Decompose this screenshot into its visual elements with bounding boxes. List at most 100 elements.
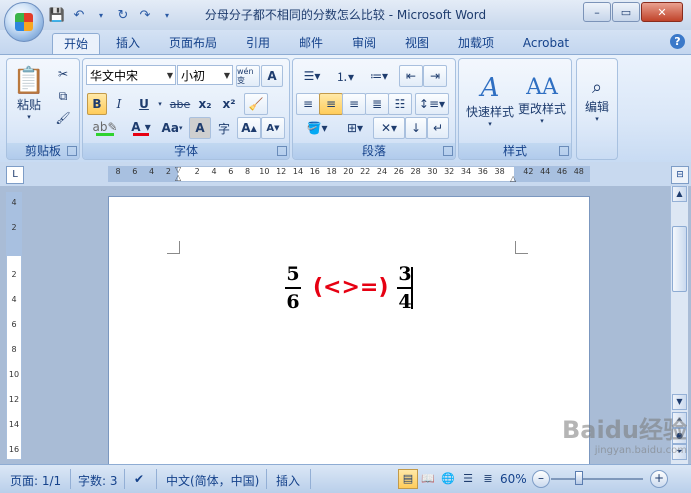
font-size-combo[interactable]: 小初 ▼ [177, 65, 233, 85]
tab-home[interactable]: 开始 [52, 33, 100, 55]
outline-icon[interactable]: ☰ [458, 469, 478, 489]
print-layout-icon[interactable]: ▤ [398, 469, 418, 489]
underline-button[interactable]: U [133, 93, 155, 115]
align-left-icon[interactable]: ≡ [296, 93, 320, 115]
increase-indent-icon[interactable]: ⇥ [423, 65, 447, 87]
char-border-button[interactable]: A [261, 65, 283, 87]
zoom-in-icon[interactable]: + [650, 470, 668, 488]
font-color-icon: A ▾ [131, 119, 151, 134]
format-painter-icon[interactable]: 🖌 [51, 107, 75, 129]
chinese-layout-icon[interactable]: ✕▾ [373, 117, 405, 139]
show-marks-icon[interactable]: ↵ [427, 117, 449, 139]
right-indent-marker-icon[interactable]: △ [510, 174, 516, 183]
copy-icon[interactable]: ⧉ [51, 85, 75, 107]
undo-icon[interactable]: ↶ [70, 6, 88, 24]
paste-icon: 📋 [12, 65, 46, 96]
zoom-slider[interactable] [551, 478, 643, 480]
document-page[interactable]: 5 6 (<>=) 3 4 [108, 196, 590, 466]
status-bar: 页面: 1/1 字数: 3 ✔ 中文(简体，中国) 插入 ▤ 📖 🌐 ☰ ≣ 6… [0, 464, 691, 493]
zoom-slider-thumb[interactable] [575, 471, 583, 485]
clipboard-launcher-icon[interactable] [67, 146, 77, 156]
ribbon: 📋 粘贴 ▾ ✂ ⧉ 🖌 剪贴板 华文中宋 ▼ 小初 ▼ wén变 A B I U … [0, 54, 691, 163]
scroll-down-icon[interactable]: ▼ [672, 394, 687, 410]
baidu-watermark: Baidu经验 jingyan.baidu.com [562, 410, 687, 456]
watermark-url: jingyan.baidu.com [594, 445, 687, 456]
char-shading-button[interactable]: A [189, 117, 211, 139]
office-button[interactable] [4, 2, 44, 42]
tab-insert[interactable]: 插入 [108, 33, 148, 54]
tab-review[interactable]: 审阅 [344, 33, 384, 54]
shrink-font-button[interactable]: A ▼ [261, 117, 285, 139]
superscript-button[interactable]: x² [217, 93, 241, 115]
view-ruler-icon[interactable]: ⊟ [671, 166, 689, 184]
tab-mailings[interactable]: 邮件 [290, 33, 332, 54]
subscript-button[interactable]: x₂ [193, 93, 217, 115]
borders-icon[interactable]: ⊞▾ [339, 117, 371, 139]
font-group-label: 字体 [83, 143, 289, 159]
close-icon[interactable]: ✕ [641, 2, 683, 22]
full-screen-reading-icon[interactable]: 📖 [418, 469, 438, 489]
editing-button[interactable]: ⌕ 编辑 ▾ [579, 63, 615, 137]
bold-button[interactable]: B [87, 93, 107, 115]
undo-dropdown-icon[interactable]: ▾ [92, 6, 110, 24]
phonetic-guide-button[interactable]: wén变 [236, 65, 260, 87]
bullets-icon[interactable]: ☰▾ [296, 65, 328, 87]
styles-launcher-icon[interactable] [559, 146, 569, 156]
tab-addins[interactable]: 加载项 [448, 33, 504, 54]
insert-mode[interactable]: 插入 [276, 472, 300, 489]
help-icon[interactable]: ? [670, 34, 685, 49]
clear-formatting-icon[interactable]: 🧹 [244, 93, 268, 115]
save-icon[interactable]: 💾 [48, 6, 66, 24]
tab-view[interactable]: 视图 [396, 33, 438, 54]
tab-page-layout[interactable]: 页面布局 [160, 33, 226, 54]
redo-icon[interactable]: ↻ [114, 6, 132, 24]
strikethrough-button[interactable]: abe [167, 93, 193, 115]
paragraph-launcher-icon[interactable] [443, 146, 453, 156]
proofing-icon[interactable]: ✔ [134, 472, 144, 486]
draft-icon[interactable]: ≣ [478, 469, 498, 489]
highlight-color-button[interactable]: ab✎ [87, 117, 123, 139]
zoom-level[interactable]: 60% [500, 472, 527, 486]
change-styles-button[interactable]: AA 更改样式 ▾ [515, 63, 569, 137]
maximize-icon[interactable]: ▭ [612, 2, 640, 22]
italic-button[interactable]: I [109, 93, 129, 115]
cut-icon[interactable]: ✂ [51, 63, 75, 85]
chevron-down-icon[interactable]: ▾ [154, 93, 166, 115]
tab-acrobat[interactable]: Acrobat [516, 33, 576, 54]
font-color-button[interactable]: A ▾ [125, 117, 157, 139]
ruler-number: 24 [376, 167, 388, 176]
page-count[interactable]: 页面: 1/1 [10, 472, 61, 489]
quick-styles-button[interactable]: A 快速样式 ▾ [463, 63, 517, 137]
distributed-icon[interactable]: ☷ [388, 93, 412, 115]
zoom-out-icon[interactable]: – [532, 470, 550, 488]
ruler-number: 44 [540, 167, 551, 176]
line-spacing-icon[interactable]: ↕≡▾ [415, 93, 449, 115]
repeat-icon[interactable]: ↷ [136, 6, 154, 24]
customize-icon[interactable]: ▾ [158, 6, 176, 24]
indent-marker-icon[interactable]: ▽ △ [175, 166, 183, 182]
shading-icon[interactable]: 🪣▾ [296, 117, 338, 139]
font-launcher-icon[interactable] [277, 146, 287, 156]
scroll-up-icon[interactable]: ▲ [672, 186, 687, 202]
decrease-indent-icon[interactable]: ⇤ [399, 65, 423, 87]
web-layout-icon[interactable]: 🌐 [438, 469, 458, 489]
tab-references[interactable]: 引用 [238, 33, 278, 54]
minimize-icon[interactable]: – [583, 2, 611, 22]
change-case-button[interactable]: Aa ▾ [157, 117, 187, 139]
language-status[interactable]: 中文(简体，中国) [166, 472, 259, 489]
justify-icon[interactable]: ≣ [365, 93, 389, 115]
paste-button[interactable]: 📋 粘贴 ▾ [11, 63, 47, 123]
scroll-thumb[interactable] [672, 226, 687, 292]
enclose-char-button[interactable]: 字 [213, 117, 235, 139]
word-count[interactable]: 字数: 3 [78, 472, 118, 489]
font-name-combo[interactable]: 华文中宋 ▼ [86, 65, 176, 85]
sort-icon[interactable]: ↓ [405, 117, 427, 139]
grow-font-button[interactable]: A ▲ [237, 117, 261, 139]
numbering-icon[interactable]: ⒈▾ [329, 65, 361, 87]
multilevel-list-icon[interactable]: ≔▾ [363, 65, 395, 87]
align-center-icon[interactable]: ≡ [319, 93, 343, 115]
ruler-number: 10 [259, 167, 270, 176]
align-right-icon[interactable]: ≡ [342, 93, 366, 115]
tab-selector-button[interactable]: L [6, 166, 24, 184]
vertical-ruler-number: 16 [8, 445, 20, 454]
